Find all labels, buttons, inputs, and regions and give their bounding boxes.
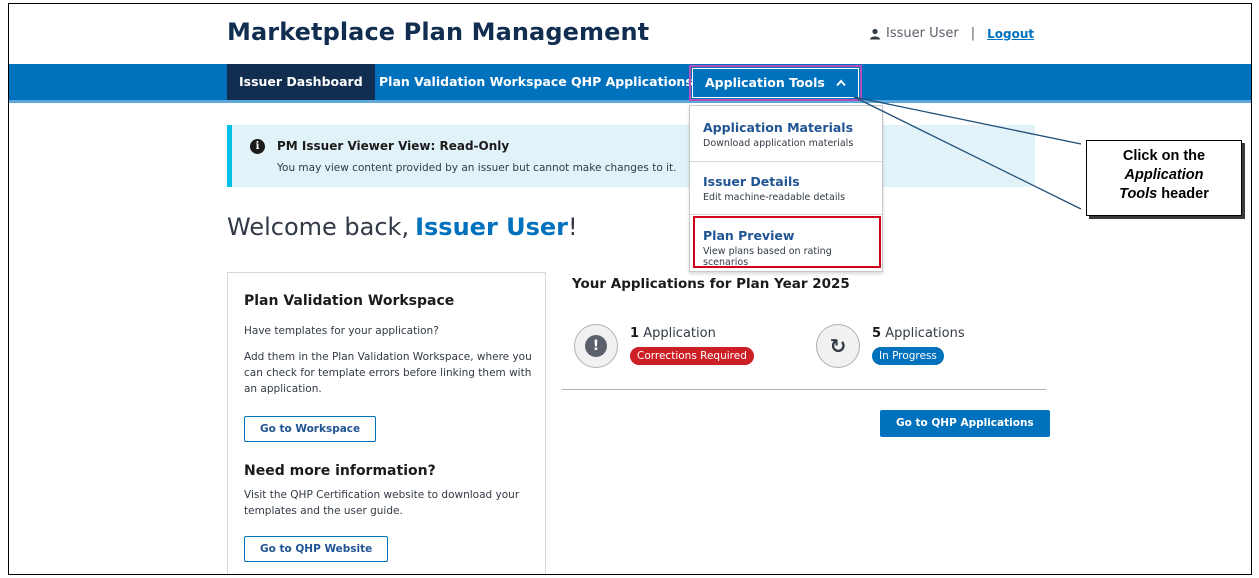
corrections-count-unit: Application bbox=[643, 326, 716, 341]
nav-plan-validation-workspace[interactable]: Plan Validation Workspace bbox=[367, 64, 579, 100]
read-only-alert: i PM Issuer Viewer View: Read-Only You m… bbox=[227, 125, 1035, 187]
workspace-card: Plan Validation Workspace Have templates… bbox=[227, 272, 546, 574]
main-nav: Issuer Dashboard Plan Validation Workspa… bbox=[9, 64, 1251, 103]
user-separator: | bbox=[970, 26, 976, 41]
corrections-count: 1 Application bbox=[630, 326, 716, 341]
dropdown-divider bbox=[690, 214, 882, 215]
applications-title: Your Applications for Plan Year 2025 bbox=[572, 276, 850, 292]
corrections-required-badge[interactable]: Corrections Required bbox=[630, 347, 754, 365]
nav-issuer-dashboard[interactable]: Issuer Dashboard bbox=[227, 64, 375, 100]
callout-line-2-italic: Application bbox=[1124, 167, 1204, 183]
dropdown-item-title: Issuer Details bbox=[703, 174, 800, 189]
info-body: Visit the QHP Certification website to d… bbox=[244, 489, 520, 517]
site-title: Marketplace Plan Management bbox=[227, 18, 650, 46]
dropdown-item-desc: Download application materials bbox=[703, 138, 854, 149]
chevron-up-icon bbox=[836, 79, 846, 87]
dropdown-item-desc: Edit machine-readable details bbox=[703, 192, 846, 203]
callout-line-3-rest: header bbox=[1157, 186, 1209, 202]
callout-line-2: Application bbox=[1087, 166, 1241, 185]
info-icon: i bbox=[250, 139, 265, 154]
nav-application-tools[interactable]: Application Tools bbox=[689, 65, 863, 101]
screenshot-frame: Marketplace Plan Management Issuer User … bbox=[8, 3, 1252, 575]
applications-divider bbox=[562, 389, 1046, 390]
workspace-heading: Plan Validation Workspace bbox=[244, 293, 455, 309]
application-tools-dropdown: Application Materials Download applicati… bbox=[689, 105, 883, 272]
workspace-body: Add them in the Plan Validation Workspac… bbox=[244, 351, 532, 395]
instruction-callout: Click on the Application Tools header bbox=[1086, 140, 1242, 216]
in-progress-count-unit: Applications bbox=[885, 326, 965, 341]
welcome-prefix: Welcome back, bbox=[227, 213, 410, 241]
in-progress-count: 5 Applications bbox=[872, 326, 965, 341]
user-area: Issuer User | Logout bbox=[869, 26, 1034, 41]
alert-title: PM Issuer Viewer View: Read-Only bbox=[277, 139, 510, 153]
plan-preview-highlight bbox=[693, 216, 881, 268]
exclamation-icon: ! bbox=[585, 335, 607, 357]
welcome-suffix: ! bbox=[568, 213, 578, 241]
go-to-qhp-applications-button[interactable]: Go to QHP Applications bbox=[880, 410, 1050, 437]
dropdown-item-issuer-details[interactable]: Issuer Details Edit machine-readable det… bbox=[690, 174, 882, 203]
dropdown-item-application-materials[interactable]: Application Materials Download applicati… bbox=[690, 120, 882, 149]
go-to-workspace-button[interactable]: Go to Workspace bbox=[244, 416, 377, 442]
callout-line-3-italic: Tools bbox=[1119, 186, 1158, 202]
logout-link[interactable]: Logout bbox=[987, 27, 1034, 41]
callout-line-3: Tools header bbox=[1087, 185, 1241, 204]
corrections-count-number: 1 bbox=[630, 326, 640, 341]
user-icon bbox=[870, 28, 880, 39]
welcome-user-name: Issuer User bbox=[415, 213, 569, 241]
nav-application-tools-label: Application Tools bbox=[705, 75, 825, 90]
alert-body: You may view content provided by an issu… bbox=[277, 162, 677, 174]
welcome-heading: Welcome back, Issuer User! bbox=[227, 213, 578, 241]
info-heading: Need more information? bbox=[244, 463, 436, 479]
refresh-icon: ↻ bbox=[829, 334, 847, 358]
corrections-status-circle: ! bbox=[574, 324, 618, 368]
in-progress-status-circle: ↻ bbox=[816, 324, 860, 368]
user-name: Issuer User bbox=[886, 26, 959, 41]
dropdown-divider bbox=[690, 161, 882, 162]
in-progress-count-number: 5 bbox=[872, 326, 882, 341]
dropdown-item-title: Application Materials bbox=[703, 120, 854, 135]
workspace-question: Have templates for your application? bbox=[244, 325, 439, 337]
in-progress-badge[interactable]: In Progress bbox=[872, 347, 944, 365]
callout-line-1: Click on the bbox=[1122, 148, 1206, 164]
go-to-qhp-website-button[interactable]: Go to QHP Website bbox=[244, 536, 389, 562]
nav-qhp-applications[interactable]: QHP Applications bbox=[559, 64, 705, 100]
